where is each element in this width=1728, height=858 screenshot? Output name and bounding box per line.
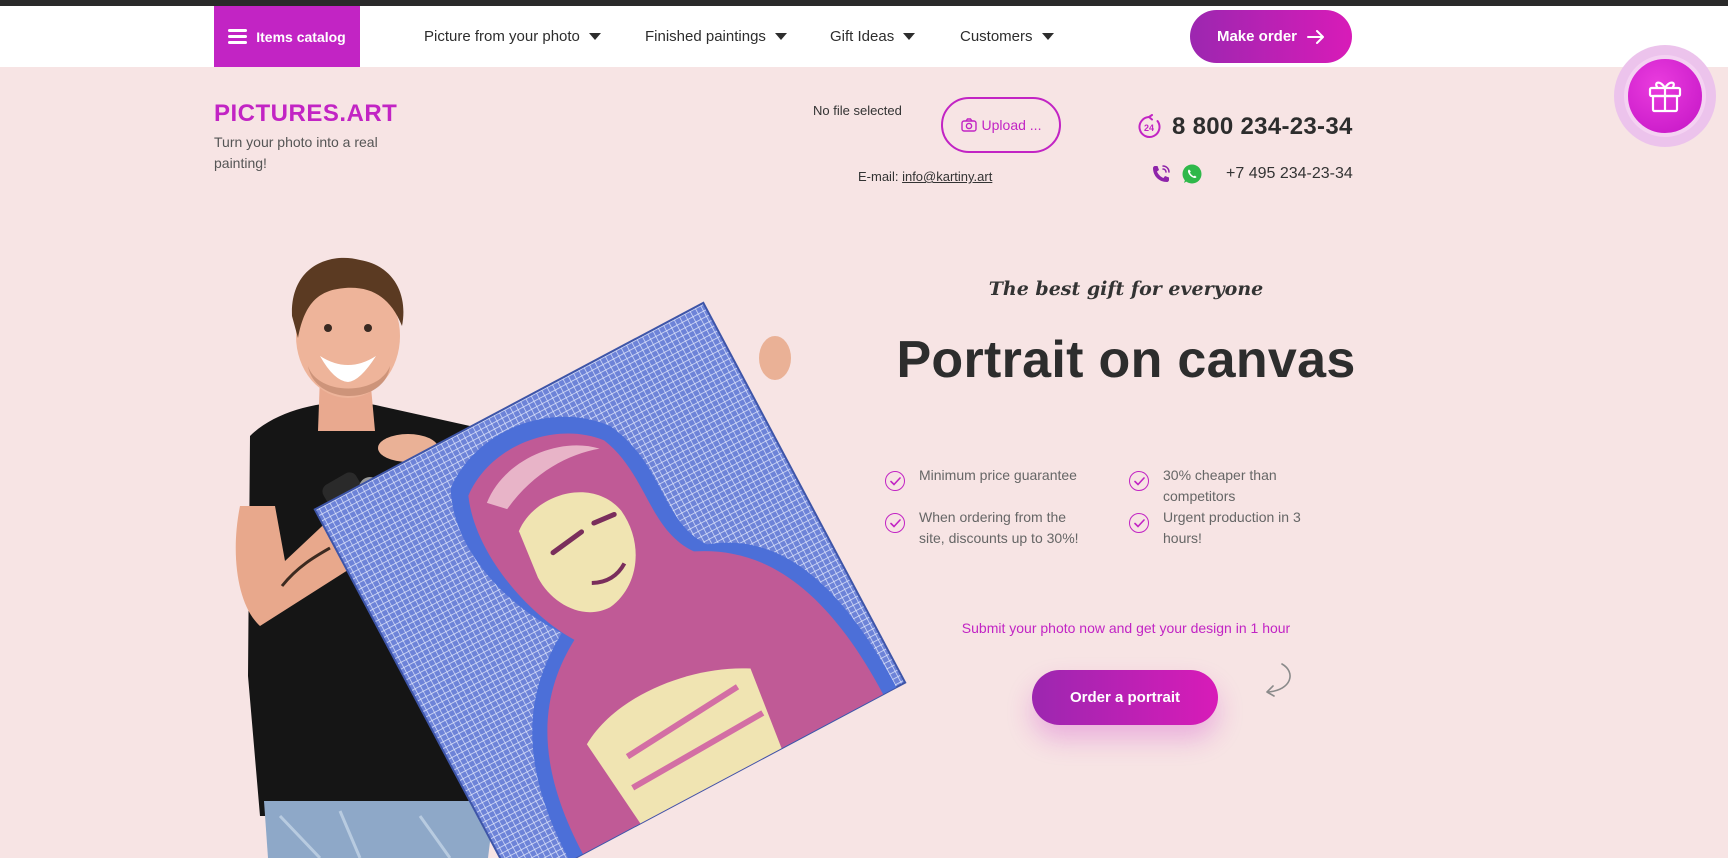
secondary-phone-number[interactable]: +7 495 234-23-34 [1226,165,1353,183]
menu-icon [228,29,248,44]
items-catalog-label: Items catalog [256,28,346,45]
gift-icon [1648,81,1682,113]
feature-text: 30% cheaper than competitors [1163,467,1277,504]
nav-item-label: Customers [960,28,1033,45]
clock-24-icon: 24 [1138,114,1161,138]
feature-text: Urgent production in 3 hours! [1163,509,1301,546]
chevron-down-icon [774,33,787,40]
arrow-right-icon [1307,29,1325,44]
phone-icon[interactable] [1150,163,1172,185]
check-circle-icon [1129,471,1149,491]
email-line: E-mail: info@kartiny.art [858,169,992,184]
nav-item-label: Finished paintings [645,28,766,45]
main-phone-block: 24 8 800 234-23-34 [1136,113,1353,141]
nav-picture-from-photo[interactable]: Picture from your photo [424,6,601,67]
feature-text: Minimum price guarantee [919,467,1077,483]
nav-item-label: Picture from your photo [424,28,580,45]
chevron-down-icon [588,33,601,40]
check-circle-icon [885,471,905,491]
chevron-down-icon [1041,33,1054,40]
top-navbar: Items catalog Picture from your photo Fi… [0,6,1728,67]
nav-item-label: Gift Ideas [830,28,895,45]
order-portrait-label: Order a portrait [1069,689,1181,706]
make-order-button[interactable]: Make order [1190,10,1352,63]
nav-customers[interactable]: Customers [960,6,1054,67]
clock-24-label: 24 [1144,123,1154,133]
curved-arrow-icon [1266,663,1291,697]
secondary-phone-block: +7 495 234-23-34 [1150,162,1353,186]
upload-label: Upload ... [981,117,1042,133]
nav-finished-paintings[interactable]: Finished paintings [645,6,787,67]
email-label: E-mail: [858,169,899,184]
hero-portrait-photo [235,257,907,858]
check-circle-icon [1129,513,1149,533]
brand-tagline: Turn your photo into a real painting! [214,134,378,171]
hero-subtitle: The best gift for everyone [988,278,1264,300]
nav-gift-ideas[interactable]: Gift Ideas [830,6,916,67]
feature-text: When ordering from the site, discounts u… [919,509,1079,546]
feature-item: Minimum price guarantee [885,465,1089,491]
feature-item: 30% cheaper than competitors [1129,465,1318,507]
chevron-down-icon [903,33,916,40]
feature-item: When ordering from the site, discounts u… [885,507,1089,549]
items-catalog-button[interactable]: Items catalog [214,6,360,67]
check-circle-icon [885,513,905,533]
gift-button[interactable] [1624,55,1706,137]
brand-logo[interactable]: PICTURES.ART [214,100,397,128]
order-portrait-button[interactable]: Order a portrait [1032,670,1218,725]
email-link[interactable]: info@kartiny.art [902,169,992,184]
file-status: No file selected [813,103,902,118]
feature-item: Urgent production in 3 hours! [1129,507,1323,549]
hero-title: Portrait on canvas [896,331,1356,389]
upload-button[interactable]: Upload ... [941,97,1061,153]
promo-text: Submit your photo now and get your desig… [961,620,1291,636]
main-phone-number[interactable]: 8 800 234-23-34 [1172,113,1353,141]
make-order-label: Make order [1216,28,1298,45]
camera-icon [960,118,977,132]
whatsapp-icon[interactable] [1180,162,1204,186]
